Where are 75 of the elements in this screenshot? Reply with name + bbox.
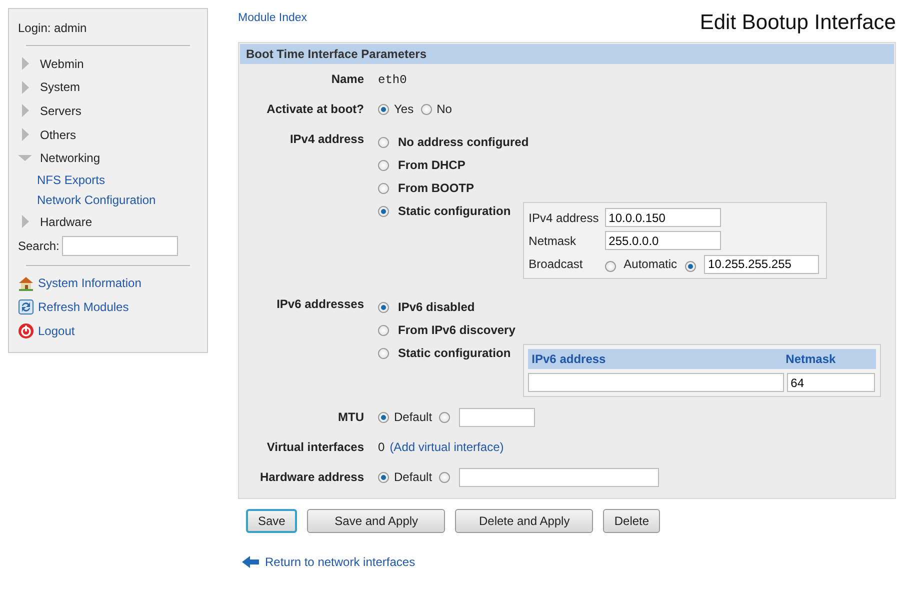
search-field[interactable] bbox=[62, 236, 178, 256]
nav-link[interactable]: System Information bbox=[38, 276, 142, 290]
input-field[interactable] bbox=[528, 373, 784, 392]
field-label: Hardware address bbox=[258, 469, 364, 484]
field-label: Virtual interfaces bbox=[266, 439, 364, 454]
option-label: Automatic bbox=[624, 257, 678, 271]
search-label: Search: bbox=[18, 238, 60, 253]
radio-button[interactable] bbox=[439, 472, 450, 482]
radio-button[interactable] bbox=[378, 137, 389, 148]
option-label: Static configuration bbox=[398, 345, 511, 360]
option-label: From IPv6 discovery bbox=[398, 322, 516, 337]
column-header: IPv6 address bbox=[532, 352, 607, 366]
category-item[interactable]: Webmin bbox=[40, 56, 84, 71]
back-arrow-icon bbox=[242, 555, 259, 569]
input-field[interactable] bbox=[459, 408, 536, 426]
option-label: From BOOTP bbox=[398, 180, 474, 195]
module-index-link[interactable]: Module Index bbox=[238, 12, 308, 24]
radio-button[interactable] bbox=[378, 412, 389, 422]
radio-button[interactable] bbox=[378, 325, 389, 336]
radio-button[interactable] bbox=[420, 104, 432, 114]
module-link[interactable]: Network Configuration bbox=[37, 190, 198, 210]
radio-button[interactable] bbox=[604, 260, 616, 272]
nav-link[interactable]: Refresh Modules bbox=[38, 300, 129, 314]
return-link[interactable]: Return to network interfaces bbox=[265, 555, 416, 569]
option-label: From DHCP bbox=[398, 157, 466, 172]
field-label: IPv4 address bbox=[528, 210, 600, 224]
radio-button[interactable] bbox=[439, 412, 450, 422]
radio-button[interactable] bbox=[378, 348, 389, 359]
radio-button[interactable] bbox=[378, 160, 389, 171]
field-label: IPv4 address bbox=[288, 131, 364, 146]
option-label: IPv6 disabled bbox=[398, 299, 475, 314]
login-label: Login: admin bbox=[18, 21, 88, 35]
input-field[interactable]: 10.0.0.150 bbox=[604, 208, 721, 227]
action-button[interactable]: Save and Apply bbox=[307, 509, 446, 533]
option-label: Yes bbox=[394, 102, 414, 116]
page-title: Edit Bootup Interface bbox=[700, 11, 896, 35]
count-value: 0 bbox=[378, 440, 385, 454]
radio-button[interactable] bbox=[378, 302, 389, 313]
field-label: Activate at boot? bbox=[266, 101, 364, 116]
action-button[interactable]: Delete and Apply bbox=[455, 509, 594, 533]
input-field[interactable]: 10.255.255.255 bbox=[704, 254, 820, 274]
radio-button[interactable] bbox=[378, 472, 389, 482]
power-icon bbox=[18, 322, 34, 339]
action-button[interactable]: Save bbox=[246, 509, 298, 533]
name-value: eth0 bbox=[378, 72, 407, 87]
option-label: Default bbox=[394, 410, 432, 424]
radio-button[interactable] bbox=[685, 260, 696, 272]
home-icon bbox=[18, 275, 34, 292]
radio-button[interactable] bbox=[378, 183, 389, 194]
input-field[interactable] bbox=[459, 468, 660, 486]
refresh-icon bbox=[18, 298, 34, 315]
category-item[interactable]: Hardware bbox=[40, 214, 92, 229]
add-link[interactable]: (Add virtual interface) bbox=[390, 440, 504, 454]
section-header: Boot Time Interface Parameters bbox=[240, 44, 894, 64]
category-item[interactable]: System bbox=[40, 80, 80, 94]
option-label: Static configuration bbox=[398, 203, 511, 218]
column-header: Netmask bbox=[786, 352, 837, 366]
category-item[interactable]: Servers bbox=[40, 104, 82, 118]
nav-link[interactable]: Logout bbox=[38, 324, 75, 338]
category-item[interactable]: Others bbox=[40, 128, 76, 142]
field-label: Name bbox=[330, 71, 364, 86]
field-label: Broadcast bbox=[528, 257, 584, 271]
option-label: No address configured bbox=[398, 134, 529, 149]
field-label: IPv6 addresses bbox=[276, 296, 364, 311]
category-item[interactable]: Networking bbox=[40, 151, 100, 166]
input-field[interactable]: 255.0.0.0 bbox=[604, 231, 721, 250]
input-field[interactable]: 64 bbox=[786, 373, 875, 392]
action-button[interactable]: Delete bbox=[603, 509, 660, 533]
module-link[interactable]: NFS Exports bbox=[37, 170, 198, 190]
radio-button[interactable] bbox=[378, 104, 389, 114]
radio-button[interactable] bbox=[378, 206, 389, 217]
option-label: No bbox=[436, 102, 452, 116]
option-label: Default bbox=[394, 470, 432, 484]
field-label: Netmask bbox=[528, 234, 578, 248]
field-label: MTU bbox=[337, 409, 364, 424]
